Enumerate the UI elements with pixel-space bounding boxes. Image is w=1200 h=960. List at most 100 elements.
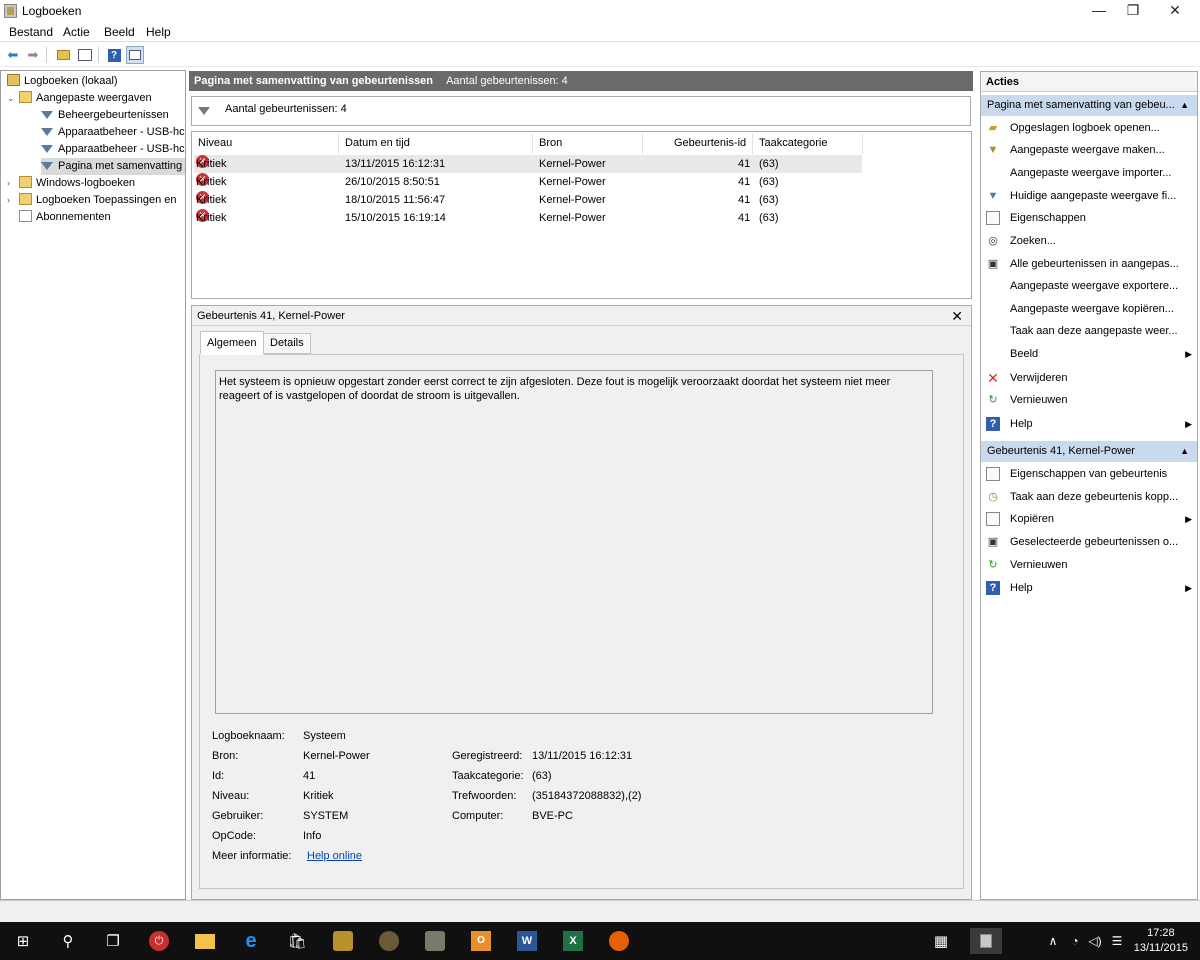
action-export-custom-view[interactable]: Aangepaste weergave exportere... <box>981 275 1197 297</box>
close-detail-icon[interactable]: ✕ <box>951 308 963 325</box>
help-online-link[interactable]: Help online <box>307 850 362 862</box>
help-icon[interactable]: ? <box>105 46 123 64</box>
tree-item-aangepaste-weergaven[interactable]: ⌄ Aangepaste weergaven <box>7 90 152 107</box>
action-event-properties[interactable]: Eigenschappen van gebeurtenis <box>981 463 1197 485</box>
edge-browser-icon[interactable]: e <box>238 928 264 954</box>
close-button[interactable]: ✕ <box>1152 0 1198 22</box>
action-label: Geselecteerde gebeurtenissen o... <box>1010 536 1179 548</box>
chevron-right-icon[interactable]: › <box>7 175 19 192</box>
table-row[interactable]: ✕ Kritiek 26/10/2015 8:50:51 Kernel-Power… <box>194 173 862 191</box>
event-viewer-taskbar-icon[interactable] <box>970 928 1002 954</box>
app-icon-2[interactable] <box>376 928 402 954</box>
task-view-icon[interactable]: ❐ <box>100 928 126 954</box>
cell-date: 18/10/2015 11:56:47 <box>345 194 446 206</box>
clock-time: 17:28 <box>1147 927 1175 939</box>
action-open-saved-log[interactable]: ▰ Opgeslagen logboek openen... <box>981 117 1197 139</box>
menu-help[interactable]: Help <box>146 25 171 39</box>
tree-item-logboeken-lokaal[interactable]: Logboeken (lokaal) <box>7 73 118 90</box>
action-create-custom-view[interactable]: ▼ Aangepaste weergave maken... <box>981 139 1197 161</box>
chevron-down-icon[interactable]: ⌄ <box>7 90 19 107</box>
column-header-bron[interactable]: Bron <box>539 137 562 149</box>
toolbar-separator <box>46 47 47 63</box>
menu-bestand[interactable]: Bestand <box>9 25 53 39</box>
action-save-selected-events[interactable]: ▣ Geselecteerde gebeurtenissen o... <box>981 531 1197 553</box>
action-properties[interactable]: Eigenschappen <box>981 207 1197 229</box>
action-refresh[interactable]: ↻ Vernieuwen <box>981 389 1197 411</box>
action-import-custom-view[interactable]: Aangepaste weergave importer... <box>981 162 1197 184</box>
table-row[interactable]: ✕ Kritiek 13/11/2015 16:12:31 Kernel-Powe… <box>194 155 862 173</box>
menu-beeld[interactable]: Beeld <box>104 25 135 39</box>
forward-arrow-icon[interactable]: ➡ <box>24 46 42 64</box>
restore-button[interactable]: ❐ <box>1110 0 1156 22</box>
file-explorer-icon[interactable] <box>192 928 218 954</box>
label-keywords: Trefwoorden: <box>452 790 517 802</box>
calculator-icon[interactable]: ▦ <box>928 928 954 954</box>
tree-item-windows-logboeken[interactable]: › Windows-logboeken <box>7 175 135 192</box>
action-help-event[interactable]: ? Help ▶ <box>981 577 1197 599</box>
power-app-icon[interactable]: ⏻ <box>146 928 172 954</box>
section-label: Gebeurtenis 41, Kernel-Power <box>987 445 1135 457</box>
tree-item-apparaatbeheer-usb-1[interactable]: Apparaatbeheer - USB-hc <box>41 124 185 141</box>
label-source: Bron: <box>212 750 239 762</box>
actions-section-summary[interactable]: Pagina met samenvatting van gebeu... ▲ <box>981 95 1197 116</box>
app-icon-3[interactable] <box>422 928 448 954</box>
event-detail-panel: Gebeurtenis 41, Kernel-Power ✕ Algemeen … <box>191 305 972 900</box>
collapse-up-icon[interactable]: ▲ <box>1180 441 1189 462</box>
action-copy[interactable]: Kopiëren ▶ <box>981 508 1197 530</box>
column-header-taakcategorie[interactable]: Taakcategorie <box>759 137 828 149</box>
help-icon: ? <box>986 417 1000 431</box>
back-arrow-icon[interactable]: ⬅ <box>4 46 22 64</box>
table-row[interactable]: ✕ Kritiek 15/10/2015 16:19:14 Kernel-Powe… <box>194 209 862 227</box>
action-filter-current-view[interactable]: ▼ Huidige aangepaste weergave fi... <box>981 185 1197 207</box>
windows-start-icon[interactable]: ⊞ <box>10 928 36 954</box>
tree-item-beheergebeurtenissen[interactable]: Beheergebeurtenissen <box>41 107 169 124</box>
column-header-gebeurtenis-id[interactable]: Gebeurtenis-id <box>674 137 746 149</box>
collapse-up-icon[interactable]: ▲ <box>1180 95 1189 116</box>
system-clock[interactable]: 17:28 13/11/2015 <box>1134 926 1188 956</box>
action-copy-custom-view[interactable]: Aangepaste weergave kopiëren... <box>981 298 1197 320</box>
folder-icon <box>19 193 32 205</box>
action-attach-task-event[interactable]: ◷ Taak aan deze gebeurtenis kopp... <box>981 486 1197 508</box>
search-icon[interactable]: ⚲ <box>55 928 81 954</box>
tab-details[interactable]: Details <box>263 333 311 354</box>
chevron-right-icon[interactable]: › <box>7 192 19 209</box>
label-more-info: Meer informatie: <box>212 850 292 862</box>
tree-item-abonnementen[interactable]: Abonnementen <box>19 209 111 226</box>
action-label: Aangepaste weergave importer... <box>1010 167 1172 179</box>
action-attach-task-view[interactable]: Taak aan deze aangepaste weer... <box>981 320 1197 342</box>
action-save-all-events[interactable]: ▣ Alle gebeurtenissen in aangepas... <box>981 253 1197 275</box>
column-header-datum[interactable]: Datum en tijd <box>345 137 410 149</box>
firefox-icon[interactable] <box>606 928 632 954</box>
store-icon[interactable]: 🛍 <box>284 928 310 954</box>
cell-category: (63) <box>759 158 779 170</box>
tree-item-pagina-met-samenvatting[interactable]: Pagina met samenvatting <box>41 158 185 175</box>
save-disk-icon: ▣ <box>987 258 999 270</box>
detail-title: Gebeurtenis 41, Kernel-Power <box>192 306 971 326</box>
action-label: Vernieuwen <box>1010 394 1068 406</box>
excel-icon[interactable]: X <box>560 928 586 954</box>
column-header-niveau[interactable]: Niveau <box>198 137 232 149</box>
actions-section-event[interactable]: Gebeurtenis 41, Kernel-Power ▲ <box>981 441 1197 462</box>
show-hide-action-pane-icon[interactable] <box>126 46 144 64</box>
up-folder-icon[interactable] <box>54 46 72 64</box>
table-row[interactable]: ✕ Kritiek 18/10/2015 11:56:47 Kernel-Powe… <box>194 191 862 209</box>
tree-item-apparaatbeheer-usb-2[interactable]: Apparaatbeheer - USB-hc <box>41 141 185 158</box>
tree-item-logboeken-toepassingen[interactable]: › Logboeken Toepassingen en <box>7 192 176 209</box>
show-hide-tree-icon[interactable] <box>76 46 94 64</box>
outlook-icon[interactable]: O <box>468 928 494 954</box>
event-description[interactable]: Het systeem is opnieuw opgestart zonder … <box>215 370 933 714</box>
notifications-icon[interactable]: ☰ <box>1104 928 1130 954</box>
submenu-arrow-icon: ▶ <box>1185 583 1192 593</box>
action-delete[interactable]: ✕ Verwijderen <box>981 367 1197 389</box>
word-icon[interactable]: W <box>514 928 540 954</box>
label-task-category: Taakcategorie: <box>452 770 524 782</box>
action-help[interactable]: ? Help ▶ <box>981 413 1197 435</box>
menu-actie[interactable]: Actie <box>63 25 90 39</box>
label-log-name: Logboeknaam: <box>212 730 285 742</box>
action-find[interactable]: ◎ Zoeken... <box>981 230 1197 252</box>
navigation-tree: Logboeken (lokaal) ⌄ Aangepaste weergaven… <box>0 70 186 900</box>
app-icon-1[interactable] <box>330 928 356 954</box>
action-view-menu[interactable]: Beeld ▶ <box>981 343 1197 365</box>
action-refresh-event[interactable]: ↻ Vernieuwen <box>981 554 1197 576</box>
tab-algemeen[interactable]: Algemeen <box>200 331 264 355</box>
